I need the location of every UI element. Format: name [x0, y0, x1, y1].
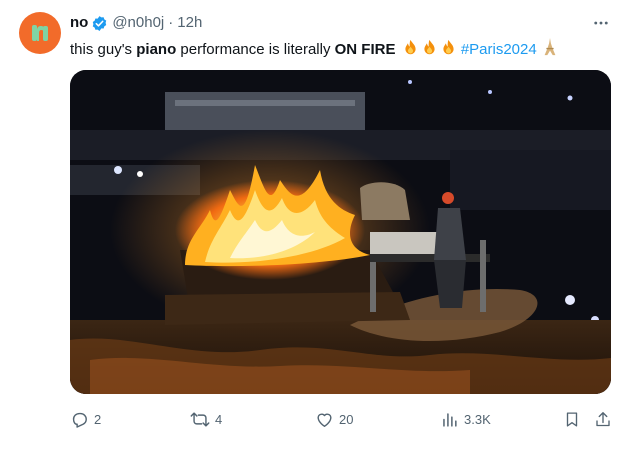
fire-emoji-icon	[440, 39, 457, 61]
avatar-logo-icon	[32, 25, 48, 41]
reply-icon	[72, 412, 87, 428]
reply-count: 2	[94, 411, 102, 427]
views-button[interactable]: 3.3K	[440, 406, 491, 432]
separator-dot: ·	[168, 14, 174, 31]
share-icon	[596, 411, 610, 426]
like-count: 20	[339, 411, 354, 427]
fire-emoji-icon	[402, 39, 419, 61]
retweet-button[interactable]: 4	[190, 406, 222, 432]
video-still-image	[70, 70, 611, 394]
retweet-icon	[190, 411, 210, 427]
tweet-text: this guy's piano performance is literall…	[70, 38, 557, 61]
share-button[interactable]	[594, 406, 612, 432]
hashtag-link[interactable]: #Paris2024	[461, 41, 537, 58]
eiffel-tower-emoji-icon	[543, 38, 557, 61]
avatar[interactable]	[19, 12, 61, 54]
tweet-text-part: this guy's	[70, 41, 137, 58]
tweet-actions: 2 4 20 3.3K	[70, 406, 615, 432]
more-options-icon[interactable]	[590, 12, 612, 34]
heart-icon	[317, 413, 332, 427]
verified-badge-icon	[91, 15, 108, 32]
video-media[interactable]	[70, 70, 611, 394]
author-name[interactable]: no	[70, 14, 88, 32]
retweet-count: 4	[215, 411, 223, 427]
author-handle[interactable]: @n0h0j	[112, 14, 164, 32]
tweet-text-bold: piano	[136, 41, 177, 58]
tweet-card[interactable]: no @n0h0j · 12h this guy's piano perform…	[0, 0, 634, 451]
bookmark-icon	[566, 411, 578, 427]
tweet-timestamp[interactable]: 12h	[177, 14, 202, 32]
fire-emoji-icon	[421, 39, 438, 61]
reply-button[interactable]: 2	[70, 406, 101, 432]
tweet-text-part: performance is literally	[176, 41, 335, 58]
views-count: 3.3K	[464, 411, 491, 427]
tweet-header: no @n0h0j · 12h	[70, 14, 202, 32]
bookmark-button[interactable]	[563, 406, 581, 432]
views-chart-icon	[443, 412, 457, 427]
tweet-text-bold: ON FIRE	[334, 41, 396, 58]
like-button[interactable]: 20	[315, 406, 353, 432]
